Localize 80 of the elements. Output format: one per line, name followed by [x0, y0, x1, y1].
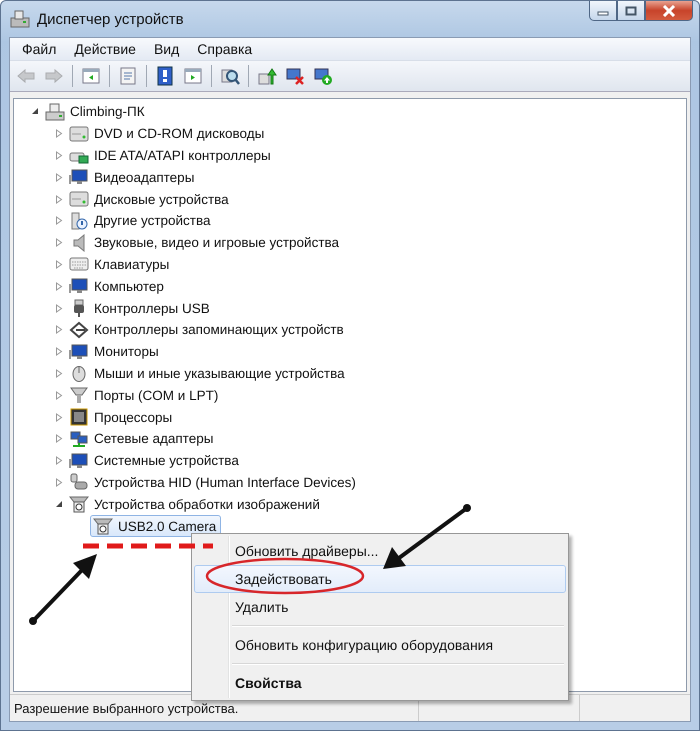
tree-item[interactable]: Порты (COM и LPT) [66, 384, 224, 406]
expand-icon[interactable] [55, 347, 63, 356]
tree-item[interactable]: Устройства обработки изображений [66, 493, 325, 516]
expand-icon[interactable] [55, 390, 63, 400]
tree-item[interactable]: Контроллеры запоминающих устройств [66, 318, 349, 341]
tree-item[interactable]: Мыши и иные указывающие устройства [66, 362, 350, 384]
expand-icon[interactable] [55, 172, 63, 182]
connector-icon [69, 386, 89, 404]
expand-icon[interactable] [55, 368, 63, 378]
computer-icon [45, 102, 65, 121]
monitor-icon [69, 452, 89, 470]
app-icon [9, 9, 31, 29]
expand-icon[interactable] [55, 260, 63, 269]
expand-icon[interactable] [55, 129, 63, 138]
menu-item[interactable]: Обновить драйверы... [194, 537, 566, 565]
expand-icon[interactable] [55, 412, 63, 422]
expand-icon[interactable] [55, 304, 63, 313]
expand-icon[interactable] [55, 216, 63, 226]
maximize-icon [625, 6, 637, 16]
monitor-icon [69, 342, 89, 361]
tree-item[interactable]: Компьютер [66, 275, 169, 298]
menu-item[interactable]: Задействовать [194, 565, 566, 593]
drive-icon [69, 124, 89, 143]
menu-item[interactable]: Обновить конфигурацию оборудования [194, 631, 566, 659]
tree-item[interactable]: USB2.0 Camera [90, 515, 222, 538]
camera-icon [69, 495, 89, 514]
tree-item[interactable]: Climbing-ПК [42, 100, 150, 123]
panel-icon [81, 66, 101, 86]
close-icon [662, 4, 676, 16]
expand-icon[interactable] [55, 238, 63, 248]
menu-item[interactable]: Удалить [194, 593, 566, 621]
remove-device-icon [285, 66, 305, 86]
question-device-icon [69, 212, 89, 230]
expand-icon[interactable] [55, 325, 63, 334]
monitor-icon [69, 168, 89, 186]
tree-item[interactable]: Устройства HID (Human Interface Devices) [66, 471, 361, 494]
collapse-icon[interactable] [31, 107, 39, 116]
collapse-icon[interactable] [55, 500, 63, 509]
chip-icon [69, 408, 89, 426]
tree-item[interactable]: Сетевые адаптеры [66, 428, 218, 450]
menu-item[interactable]: Справка [191, 40, 262, 58]
menu-item[interactable]: Вид [148, 40, 190, 58]
status-text: Разрешение выбранного устройства. [13, 700, 240, 718]
expand-icon[interactable] [55, 194, 63, 204]
camera-icon [93, 517, 113, 536]
tree-item[interactable]: Другие устройства [66, 210, 216, 232]
menu-item[interactable]: Свойства [194, 669, 566, 697]
tree-item[interactable]: IDE ATA/ATAPI контроллеры [66, 144, 276, 166]
expand-icon[interactable] [55, 150, 63, 160]
menu-item[interactable]: Действие [68, 40, 146, 58]
back-arrow-icon [16, 66, 36, 86]
update-icon [257, 66, 277, 86]
monitor-icon [69, 277, 89, 296]
tree-item[interactable]: Дисковые устройства [66, 188, 234, 210]
tree-item[interactable]: Мониторы [66, 340, 164, 363]
tree-item[interactable]: Звуковые, видео и игровые устройства [66, 232, 344, 254]
tree-item[interactable]: Контроллеры USB [66, 297, 215, 320]
tree-item[interactable]: Системные устройства [66, 450, 244, 472]
maximize-button[interactable] [617, 1, 645, 21]
document-icon [118, 66, 138, 86]
enable-device-icon [313, 66, 333, 86]
window-title: Диспетчер устройств [37, 10, 184, 28]
minimize-button[interactable] [589, 1, 617, 21]
menu-item[interactable]: Файл [16, 40, 66, 58]
tree-item[interactable]: Клавиатуры [66, 253, 174, 276]
expand-icon[interactable] [55, 456, 63, 466]
panel-icon [183, 66, 203, 86]
expand-icon[interactable] [55, 434, 63, 444]
keyboard-icon [69, 255, 89, 274]
expand-icon[interactable] [55, 478, 63, 487]
close-button[interactable] [645, 1, 693, 21]
network-icon [69, 430, 89, 448]
expand-icon[interactable] [55, 282, 63, 291]
arrow-annotation [29, 554, 97, 625]
tree-item[interactable]: Видеоадаптеры [66, 166, 200, 188]
diamond-icon [69, 320, 89, 339]
tree-item[interactable]: DVD и CD-ROM дисководы [66, 122, 270, 145]
tree-item[interactable]: Процессоры [66, 406, 178, 428]
forward-arrow-icon [44, 66, 64, 86]
drive-icon [69, 190, 89, 208]
